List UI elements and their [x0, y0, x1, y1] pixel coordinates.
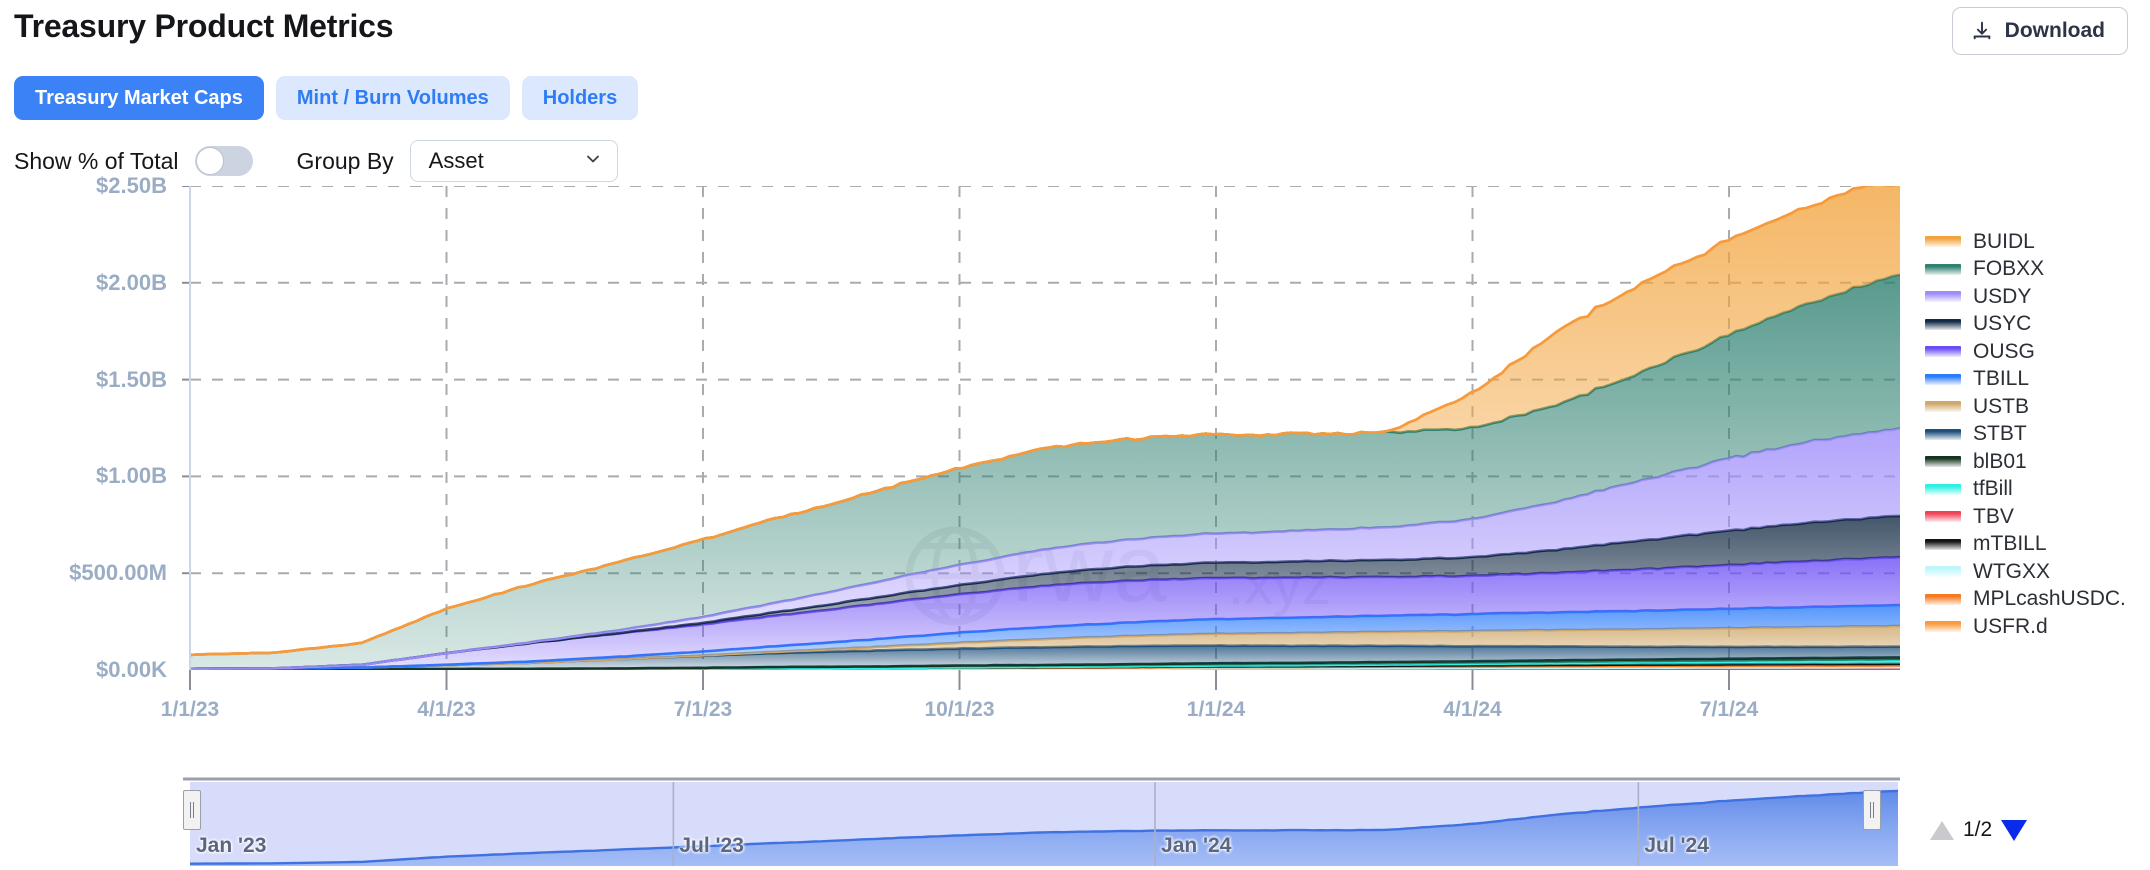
- legend-color-swatch: [1925, 264, 1961, 275]
- legend-color-swatch: [1925, 566, 1961, 577]
- legend-color-swatch: [1925, 456, 1961, 467]
- legend-item-usfr-d[interactable]: USFR.d: [1925, 613, 2150, 641]
- legend-color-swatch: [1925, 374, 1961, 385]
- legend-item-label: BUIDL: [1973, 230, 2035, 254]
- group-by-select[interactable]: Asset: [410, 140, 618, 182]
- legend-color-swatch: [1925, 319, 1961, 330]
- legend-item-mtbill[interactable]: mTBILL: [1925, 531, 2150, 559]
- chart-legend: BUIDL FOBXX USDY USYC OUSG TBILL USTB STBT blB01…: [1925, 228, 2150, 641]
- legend-color-swatch: [1925, 291, 1961, 302]
- legend-item-ousg[interactable]: OUSG: [1925, 338, 2150, 366]
- legend-item-stbt[interactable]: STBT: [1925, 421, 2150, 449]
- legend-item-label: USFR.d: [1973, 615, 2048, 639]
- group-by-value: Asset: [429, 148, 484, 174]
- legend-item-label: OUSG: [1973, 340, 2035, 364]
- legend-item-fobxx[interactable]: FOBXX: [1925, 256, 2150, 284]
- legend-color-swatch: [1925, 594, 1961, 605]
- legend-item-blb01[interactable]: blB01: [1925, 448, 2150, 476]
- legend-color-swatch: [1925, 511, 1961, 522]
- legend-color-swatch: [1925, 401, 1961, 412]
- legend-item-usdy[interactable]: USDY: [1925, 283, 2150, 311]
- treasury-product-metrics-page: Treasury Product Metrics Download Treasu…: [0, 0, 2150, 870]
- legend-item-mplcashusdc[interactable]: MPLcashUSDC.: [1925, 586, 2150, 614]
- legend-color-swatch: [1925, 621, 1961, 632]
- navigator-plot[interactable]: [0, 756, 2150, 870]
- legend-item-buidl[interactable]: BUIDL: [1925, 228, 2150, 256]
- legend-color-swatch: [1925, 346, 1961, 357]
- show-percent-of-total-toggle[interactable]: [195, 146, 253, 176]
- legend-item-label: MPLcashUSDC.: [1973, 587, 2126, 611]
- download-button-label: Download: [2005, 19, 2105, 43]
- legend-item-label: TBV: [1973, 505, 2014, 529]
- x-axis-tick-label: 10/1/23: [924, 698, 994, 722]
- legend-item-label: STBT: [1973, 422, 2027, 446]
- chart-plot[interactable]: rwa.xyz: [0, 186, 2150, 746]
- legend-item-tfbill[interactable]: tfBill: [1925, 476, 2150, 504]
- legend-item-ustb[interactable]: USTB: [1925, 393, 2150, 421]
- navigator-right-handle[interactable]: [1863, 790, 1881, 830]
- legend-item-wtgxx[interactable]: WTGXX: [1925, 558, 2150, 586]
- toggle-knob: [196, 147, 224, 175]
- x-axis-tick-label: 4/1/23: [417, 698, 475, 722]
- legend-item-label: mTBILL: [1973, 532, 2047, 556]
- download-icon: [1971, 20, 1993, 42]
- x-axis-tick-label: 1/1/24: [1187, 698, 1245, 722]
- show-percent-of-total-label: Show % of Total: [14, 148, 179, 175]
- chevron-down-icon: [583, 149, 603, 174]
- legend-item-label: USDY: [1973, 285, 2031, 309]
- range-navigator[interactable]: Jan '23Jul '23Jan '24Jul '24: [0, 756, 2150, 870]
- legend-color-swatch: [1925, 429, 1961, 440]
- navigator-left-handle[interactable]: [183, 790, 201, 830]
- x-axis-tick-label: 4/1/24: [1443, 698, 1501, 722]
- download-button[interactable]: Download: [1952, 7, 2128, 55]
- legend-color-swatch: [1925, 539, 1961, 550]
- legend-item-label: USTB: [1973, 395, 2029, 419]
- legend-item-usyc[interactable]: USYC: [1925, 311, 2150, 339]
- legend-color-swatch: [1925, 236, 1961, 247]
- stacked-area-chart[interactable]: $0.00K$500.00M$1.00B$1.50B$2.00B$2.50B r…: [0, 186, 2150, 746]
- legend-item-label: tfBill: [1973, 477, 2013, 501]
- legend-item-label: TBILL: [1973, 367, 2029, 391]
- legend-item-label: blB01: [1973, 450, 2027, 474]
- x-axis-tick-label: 1/1/23: [161, 698, 219, 722]
- group-by-label: Group By: [297, 148, 394, 175]
- metric-tabs: Treasury Market Caps Mint / Burn Volumes…: [14, 76, 638, 120]
- x-axis-tick-label: 7/1/24: [1700, 698, 1758, 722]
- page-title: Treasury Product Metrics: [14, 8, 393, 45]
- tab-treasury-market-caps[interactable]: Treasury Market Caps: [14, 76, 264, 120]
- legend-item-label: WTGXX: [1973, 560, 2050, 584]
- legend-item-tbill[interactable]: TBILL: [1925, 366, 2150, 394]
- x-axis-tick-label: 7/1/23: [674, 698, 732, 722]
- legend-color-swatch: [1925, 484, 1961, 495]
- tab-mint-burn-volumes[interactable]: Mint / Burn Volumes: [276, 76, 510, 120]
- legend-item-label: USYC: [1973, 312, 2031, 336]
- legend-item-label: FOBXX: [1973, 257, 2044, 281]
- tab-holders[interactable]: Holders: [522, 76, 638, 120]
- legend-item-tbv[interactable]: TBV: [1925, 503, 2150, 531]
